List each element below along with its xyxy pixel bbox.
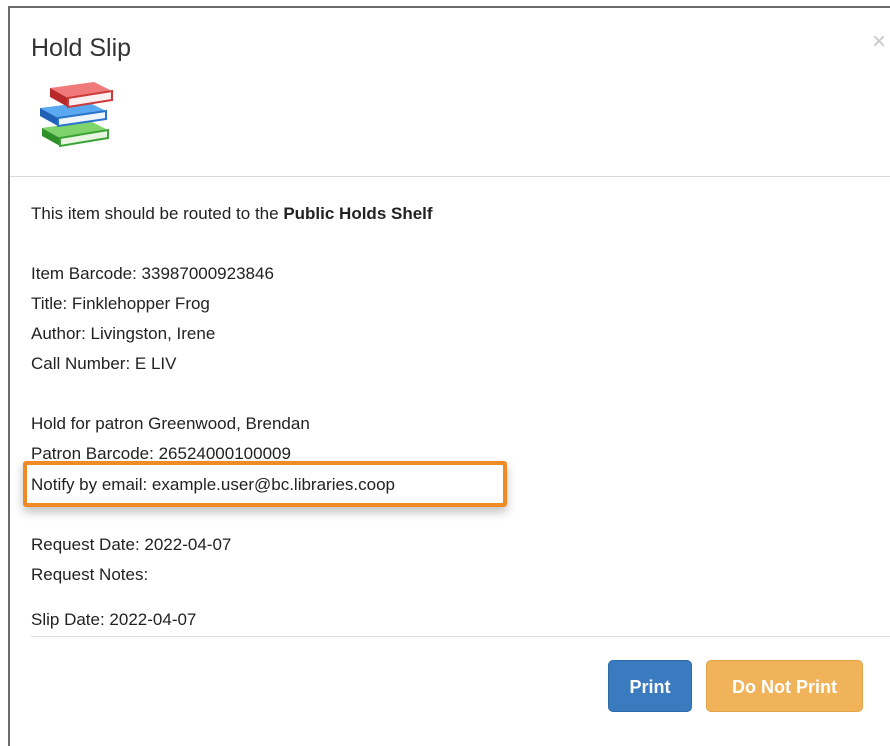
item-author: Author: Livingston, Irene — [31, 324, 216, 343]
books-stack-icon — [40, 82, 113, 148]
slip-date: Slip Date: 2022-04-07 — [31, 610, 197, 629]
request-notes: Request Notes: — [31, 565, 149, 584]
print-button[interactable]: Print — [608, 660, 692, 712]
close-icon[interactable]: × — [872, 30, 886, 54]
dialog-title: Hold Slip — [31, 34, 132, 62]
call-number: Call Number: E LIV — [31, 354, 177, 373]
item-title: Title: Finklehopper Frog — [31, 294, 210, 313]
routing-prefix: This item should be routed to the — [31, 204, 284, 223]
do-not-print-button[interactable]: Do Not Print — [706, 660, 863, 712]
routing-line: This item should be routed to the Public… — [31, 204, 433, 224]
header-divider — [10, 176, 890, 177]
notify-email: Notify by email: example.user@bc.librari… — [31, 475, 396, 494]
hold-for-patron: Hold for patron Greenwood, Brendan — [31, 414, 310, 433]
request-date: Request Date: 2022-04-07 — [31, 535, 232, 554]
item-barcode: Item Barcode: 33987000923846 — [31, 264, 274, 283]
hold-slip-dialog: × Hold Slip This item should be routed t… — [8, 6, 890, 746]
footer-divider — [31, 636, 890, 637]
routing-destination: Public Holds Shelf — [283, 204, 433, 223]
